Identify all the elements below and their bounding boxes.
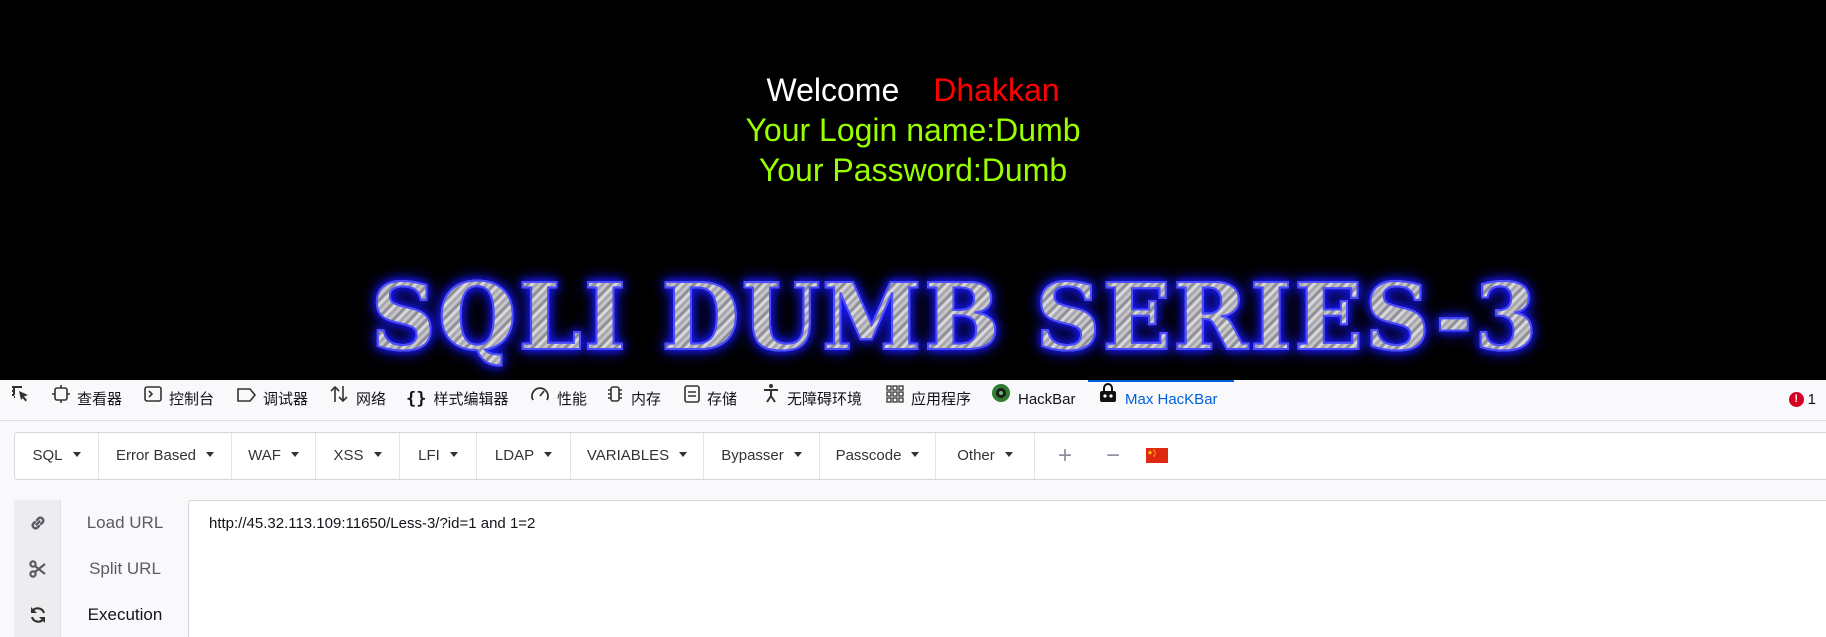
execution-button[interactable]: Execution bbox=[14, 592, 190, 637]
web-page: Welcome Dhakkan Your Login name:Dumb Your… bbox=[0, 0, 1826, 380]
login-name-text: Your Login name:Dumb bbox=[745, 112, 1081, 148]
tab-console[interactable]: 控制台 bbox=[144, 380, 214, 420]
tab-label: 内存 bbox=[631, 391, 662, 408]
load-url-label: Load URL bbox=[86, 513, 164, 532]
tab-inspector[interactable]: 查看器 bbox=[52, 380, 122, 420]
chevron-down-icon bbox=[544, 451, 553, 457]
banner-text: SQLI DUMB SERIES-3 bbox=[370, 262, 1540, 372]
tab-max-hackbar[interactable]: Max HacKBar bbox=[1088, 379, 1234, 420]
tab-style-editor[interactable]: {} 样式编辑器 bbox=[406, 380, 509, 420]
console-icon bbox=[144, 379, 162, 419]
error-count-badge[interactable]: ! 1 bbox=[1788, 380, 1816, 420]
load-url-button[interactable]: Load URL bbox=[14, 500, 190, 546]
execution-label: Execution bbox=[87, 605, 163, 624]
chevron-down-icon bbox=[449, 451, 458, 457]
element-picker-button[interactable] bbox=[10, 380, 37, 420]
menu-waf[interactable]: WAF bbox=[232, 433, 316, 479]
series-banner: SQLI DUMB SERIES-3 bbox=[320, 262, 1590, 372]
chevron-down-icon bbox=[72, 451, 81, 457]
performance-icon bbox=[530, 379, 550, 419]
page: Welcome Dhakkan Your Login name:Dumb Your… bbox=[0, 0, 1826, 637]
refresh-icon bbox=[28, 605, 48, 625]
chevron-down-icon bbox=[911, 451, 920, 457]
menu-label: Other bbox=[957, 447, 995, 464]
chevron-down-icon bbox=[290, 451, 299, 457]
tab-label: 控制台 bbox=[169, 391, 215, 408]
chevron-down-icon bbox=[679, 451, 688, 457]
menu-bypasser[interactable]: Bypasser bbox=[704, 433, 820, 479]
devtools-panel: 查看器 控制台 调试器 网络 {} 样式编辑器 性能 内存 存储 无障碍环境 应… bbox=[0, 380, 1826, 637]
menu-label: VARIABLES bbox=[586, 447, 670, 464]
scissors-icon bbox=[28, 559, 48, 579]
url-value: http://45.32.113.109:11650/Less-3/?id=1 … bbox=[209, 515, 536, 532]
max-hackbar-icon bbox=[1098, 379, 1118, 419]
error-count: 1 bbox=[1807, 391, 1816, 408]
split-url-label: Split URL bbox=[89, 559, 161, 578]
tab-accessibility[interactable]: 无障碍环境 bbox=[762, 380, 862, 420]
menu-variables[interactable]: VARIABLES bbox=[571, 433, 704, 479]
menu-label: Passcode bbox=[835, 447, 902, 464]
hackbar-toolbar: SQL Error Based WAF XSS LFI LDAP VARIABL… bbox=[14, 432, 1826, 480]
chevron-down-icon bbox=[373, 451, 382, 457]
link-icon bbox=[28, 513, 48, 533]
hackbar-icon bbox=[991, 379, 1011, 419]
tab-storage[interactable]: 存储 bbox=[684, 380, 737, 420]
tab-label: 存储 bbox=[707, 391, 738, 408]
split-url-button[interactable]: Split URL bbox=[14, 546, 190, 592]
china-flag-icon[interactable] bbox=[1146, 448, 1168, 463]
menu-label: LFI bbox=[418, 447, 440, 464]
inspector-icon bbox=[52, 379, 70, 419]
network-icon bbox=[329, 379, 349, 419]
menu-label: Error Based bbox=[115, 447, 197, 464]
accessibility-icon bbox=[762, 379, 780, 419]
menu-ldap[interactable]: LDAP bbox=[477, 433, 571, 479]
menu-passcode[interactable]: Passcode bbox=[820, 433, 936, 479]
menu-lfi[interactable]: LFI bbox=[400, 433, 477, 479]
chevron-down-icon bbox=[793, 451, 802, 457]
tab-label: 网络 bbox=[356, 391, 387, 408]
remove-button[interactable]: − bbox=[1093, 433, 1133, 479]
tab-label: 查看器 bbox=[77, 391, 123, 408]
welcome-text: Welcome bbox=[766, 72, 900, 108]
tab-label: 样式编辑器 bbox=[433, 391, 509, 408]
menu-label: LDAP bbox=[494, 447, 535, 464]
menu-sql[interactable]: SQL bbox=[15, 433, 99, 479]
username-text: Dhakkan bbox=[933, 72, 1060, 108]
menu-label: WAF bbox=[248, 447, 281, 464]
hackbar-actions: Load URL Split URL Execution bbox=[14, 500, 190, 637]
devtools-tab-bar: 查看器 控制台 调试器 网络 {} 样式编辑器 性能 内存 存储 无障碍环境 应… bbox=[0, 380, 1826, 421]
memory-icon bbox=[606, 379, 624, 419]
chevron-down-icon bbox=[206, 451, 215, 457]
menu-label: Bypasser bbox=[721, 447, 784, 464]
tab-application[interactable]: 应用程序 bbox=[886, 380, 971, 420]
tab-label: 性能 bbox=[557, 391, 588, 408]
tab-label: 应用程序 bbox=[911, 391, 972, 408]
tab-memory[interactable]: 内存 bbox=[606, 380, 661, 420]
tab-label: HackBar bbox=[1018, 391, 1076, 408]
debugger-icon bbox=[236, 379, 257, 419]
tab-label: Max HacKBar bbox=[1125, 391, 1218, 408]
storage-icon bbox=[684, 379, 700, 419]
welcome-line: Welcome Dhakkan bbox=[0, 70, 1826, 110]
element-picker-icon bbox=[10, 379, 30, 419]
menu-label: XSS bbox=[333, 447, 364, 464]
add-button[interactable]: + bbox=[1045, 433, 1085, 479]
menu-other[interactable]: Other bbox=[936, 433, 1035, 479]
style-editor-icon: {} bbox=[406, 389, 427, 410]
url-textarea[interactable]: http://45.32.113.109:11650/Less-3/?id=1 … bbox=[188, 500, 1826, 637]
menu-error-based[interactable]: Error Based bbox=[99, 433, 232, 479]
tab-network[interactable]: 网络 bbox=[329, 380, 386, 420]
tab-label: 无障碍环境 bbox=[787, 391, 863, 408]
application-icon bbox=[886, 379, 904, 419]
tab-debugger[interactable]: 调试器 bbox=[236, 380, 308, 420]
chevron-down-icon bbox=[1004, 451, 1013, 457]
password-text: Your Password:Dumb bbox=[758, 152, 1068, 188]
error-icon: ! bbox=[1788, 391, 1804, 407]
menu-label: SQL bbox=[32, 447, 63, 464]
tab-hackbar[interactable]: HackBar bbox=[991, 380, 1076, 420]
menu-xss[interactable]: XSS bbox=[316, 433, 400, 479]
tab-performance[interactable]: 性能 bbox=[530, 380, 587, 420]
tab-label: 调试器 bbox=[263, 391, 309, 408]
